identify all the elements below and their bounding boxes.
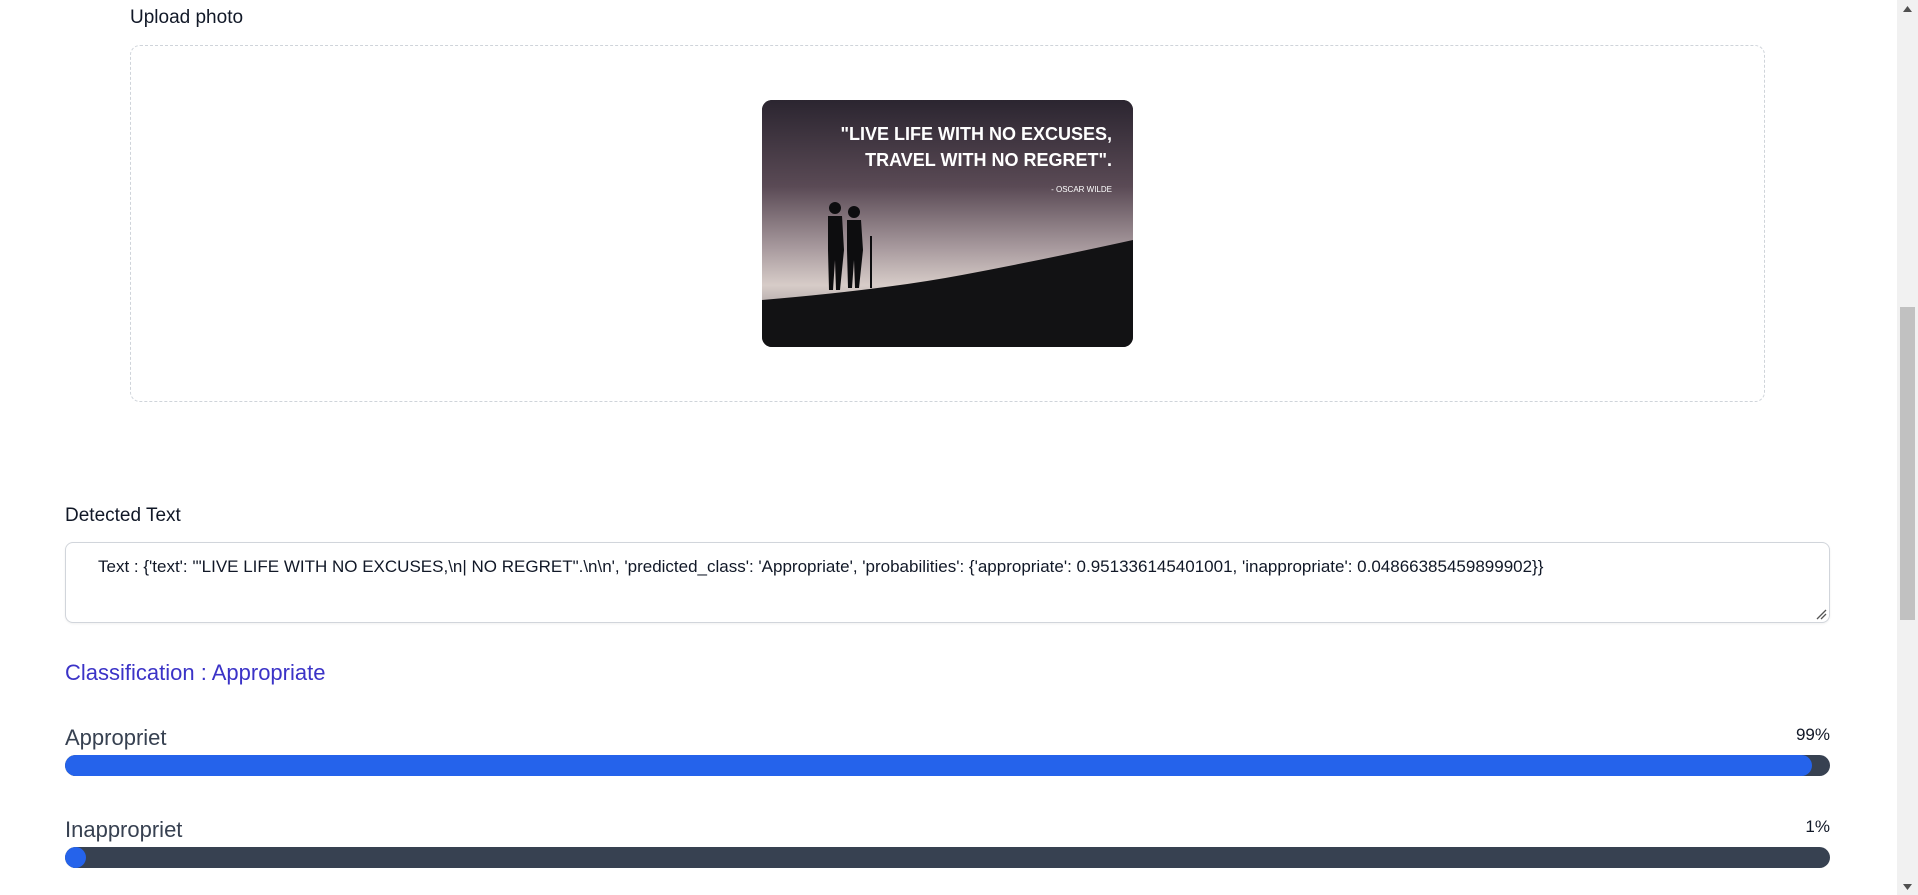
bar-percent: 99%	[1795, 725, 1830, 744]
page: Upload photo "LIVE LIFE WITH NO EXCUSES,…	[0, 0, 1897, 895]
bar-percent: 1%	[1805, 817, 1830, 836]
uploaded-image-preview: "LIVE LIFE WITH NO EXCUSES, TRAVEL WITH …	[762, 100, 1133, 347]
progress-track	[65, 755, 1830, 776]
detected-text-label: Detected Text	[65, 505, 181, 526]
preview-quote-author: - OSCAR WILDE	[1051, 185, 1112, 194]
vertical-scrollbar[interactable]	[1897, 0, 1918, 895]
upload-photo-label: Upload photo	[130, 7, 244, 28]
detected-text-value: Text : {'text': '"LIVE LIFE WITH NO EXCU…	[98, 557, 1544, 576]
progress-fill	[65, 847, 87, 868]
progress-fill	[65, 755, 1813, 776]
scrollbar-thumb[interactable]	[1900, 307, 1915, 620]
scroll-down-arrow-icon[interactable]	[1897, 878, 1918, 895]
preview-quote-line1: "LIVE LIFE WITH NO EXCUSES,	[840, 124, 1112, 144]
bar-label: Inappropriet	[65, 817, 183, 842]
probability-bar-inappropriate: Inappropriet 1%	[65, 817, 1830, 868]
detected-text-area[interactable]: Text : {'text': '"LIVE LIFE WITH NO EXCU…	[65, 542, 1830, 623]
scroll-up-arrow-icon[interactable]	[1897, 0, 1918, 17]
preview-quote-line2: TRAVEL WITH NO REGRET".	[865, 150, 1112, 170]
progress-track	[65, 847, 1830, 868]
bar-label: Appropriet	[65, 725, 167, 750]
resize-handle-icon[interactable]	[1815, 608, 1827, 620]
probability-bar-appropriate: Appropriet 99%	[65, 725, 1830, 776]
classification-result: Classification : Appropriate	[65, 660, 326, 685]
